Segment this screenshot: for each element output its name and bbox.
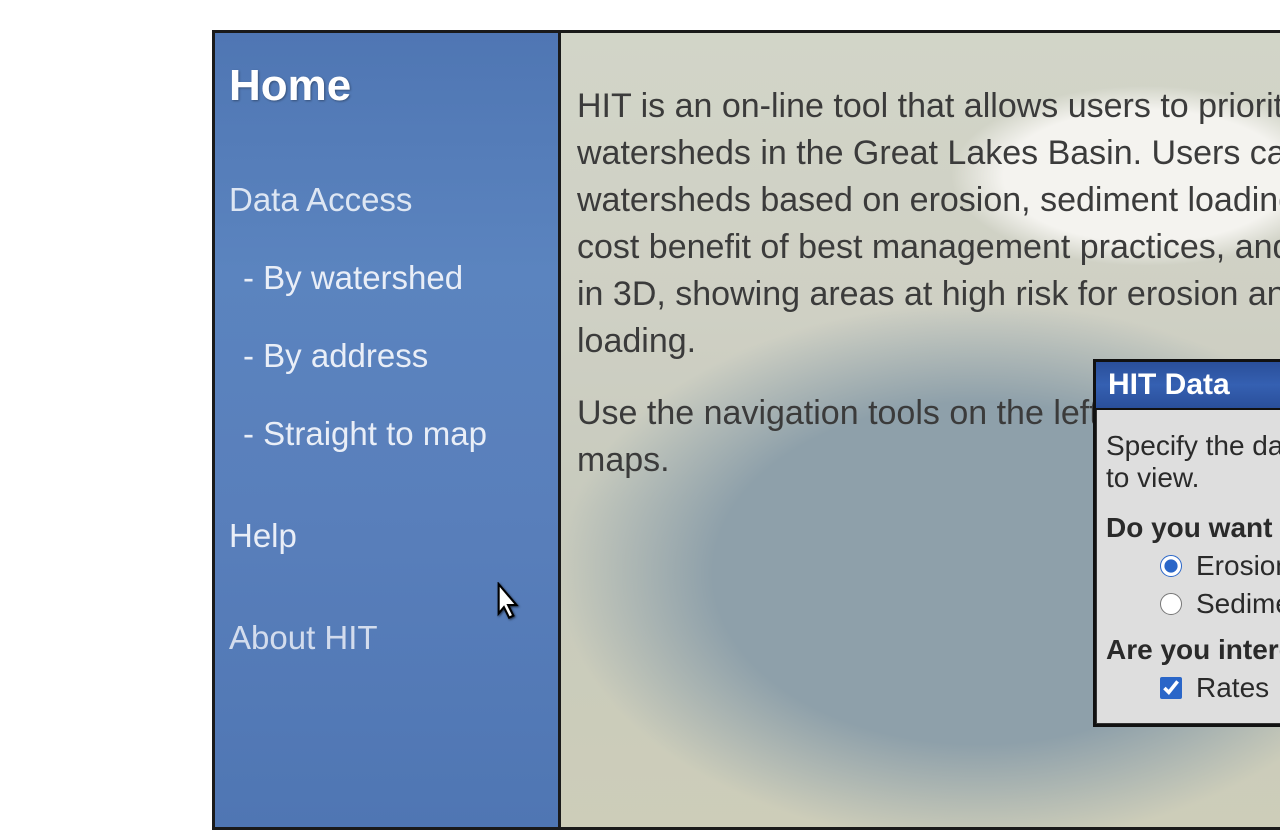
- option-sediment-label: Sediment: [1196, 588, 1280, 620]
- panel-titlebar[interactable]: HIT Data: [1096, 362, 1280, 410]
- panel-question-2: Are you interested in:: [1106, 634, 1280, 666]
- panel-body: Specify the data you would like to view.…: [1096, 410, 1280, 724]
- radio-sediment[interactable]: [1160, 593, 1182, 615]
- app-window: Home Data Access By watershed By address…: [212, 30, 1280, 830]
- option-sediment[interactable]: Sediment: [1160, 588, 1280, 620]
- sidebar-item-about[interactable]: About HIT: [229, 619, 544, 657]
- option-erosion-label: Erosion: [1196, 550, 1280, 582]
- radio-erosion[interactable]: [1160, 555, 1182, 577]
- sidebar-section-data-access: Data Access: [229, 181, 544, 219]
- intro-paragraph-1: HIT is an on-line tool that allows users…: [577, 83, 1280, 364]
- panel-intro: Specify the data you would like to view.: [1106, 430, 1280, 494]
- option-erosion[interactable]: Erosion: [1160, 550, 1280, 582]
- option-rates-label: Rates: [1196, 672, 1269, 704]
- option-rates[interactable]: Rates: [1160, 672, 1280, 704]
- sidebar-item-home[interactable]: Home: [229, 61, 544, 111]
- sidebar-item-help[interactable]: Help: [229, 517, 544, 555]
- checkbox-rates[interactable]: [1160, 677, 1182, 699]
- panel-question-1: Do you want to view:: [1106, 512, 1280, 544]
- sidebar-item-by-address[interactable]: By address: [243, 337, 544, 375]
- hit-data-panel: HIT Data Specify the data you would like…: [1093, 359, 1280, 727]
- sidebar: Home Data Access By watershed By address…: [215, 33, 561, 827]
- sidebar-item-by-watershed[interactable]: By watershed: [243, 259, 544, 297]
- sidebar-item-straight-to-map[interactable]: Straight to map: [243, 415, 544, 453]
